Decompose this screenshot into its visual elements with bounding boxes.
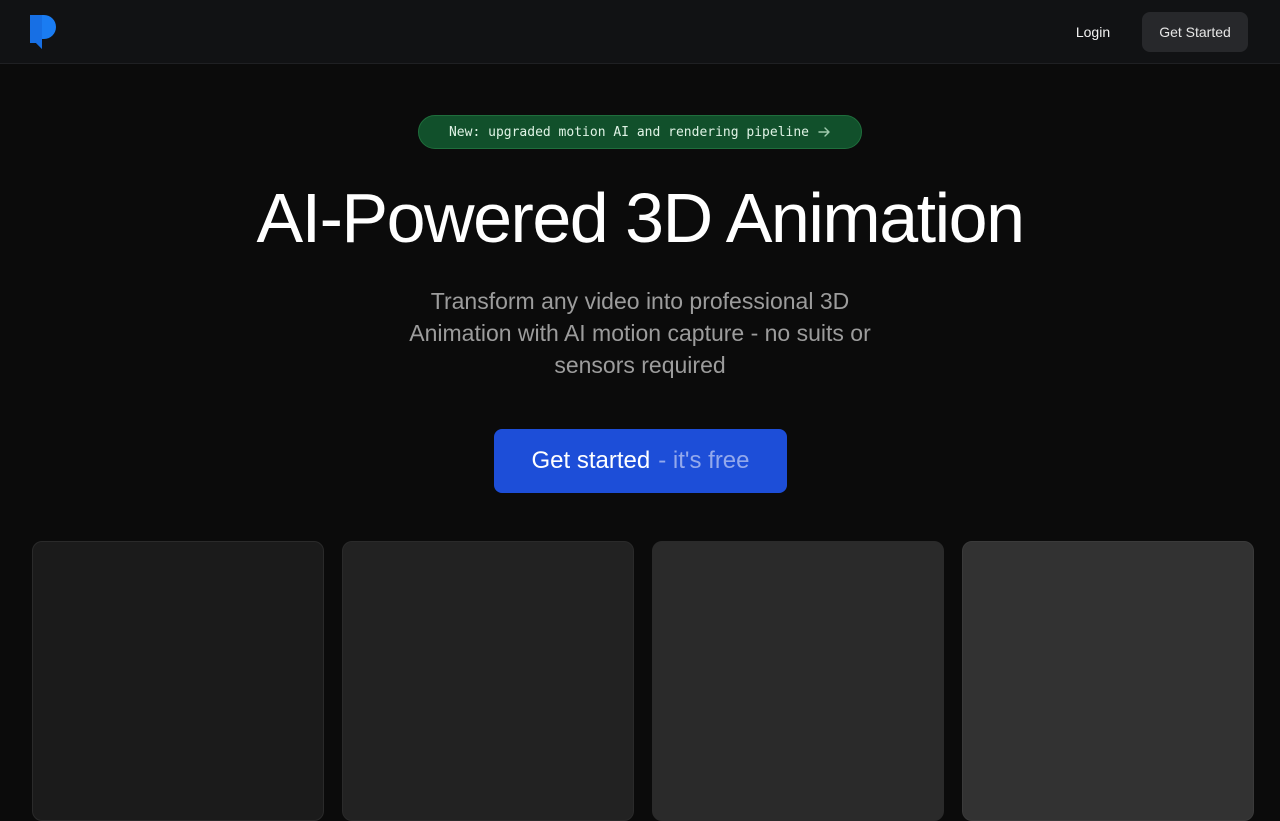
preview-card-4[interactable] <box>962 541 1254 821</box>
cta-main-label: Get started <box>531 447 651 474</box>
announcement-text: New: upgraded motion AI and rendering pi… <box>448 124 810 140</box>
hero-subtitle: Transform any video into professional 3D… <box>409 288 871 378</box>
announcement-badge[interactable]: New: upgraded motion AI and rendering pi… <box>418 115 862 149</box>
arrow-right-icon <box>818 127 830 137</box>
login-link[interactable]: Login <box>1060 12 1126 52</box>
hero-title: AI-Powered 3D Animation <box>256 179 1025 257</box>
preview-card-3[interactable] <box>652 541 944 821</box>
get-started-nav-button[interactable]: Get Started <box>1142 12 1248 52</box>
cta-suffix-label: - it's free <box>658 447 750 474</box>
preview-card-1[interactable] <box>32 541 324 821</box>
get-started-free-button[interactable]: Get started - it's free <box>494 429 787 493</box>
preview-card-2[interactable] <box>342 541 634 821</box>
top-navigation-bar: Login Get Started <box>0 0 1280 64</box>
brand-logo-icon[interactable] <box>28 15 56 51</box>
